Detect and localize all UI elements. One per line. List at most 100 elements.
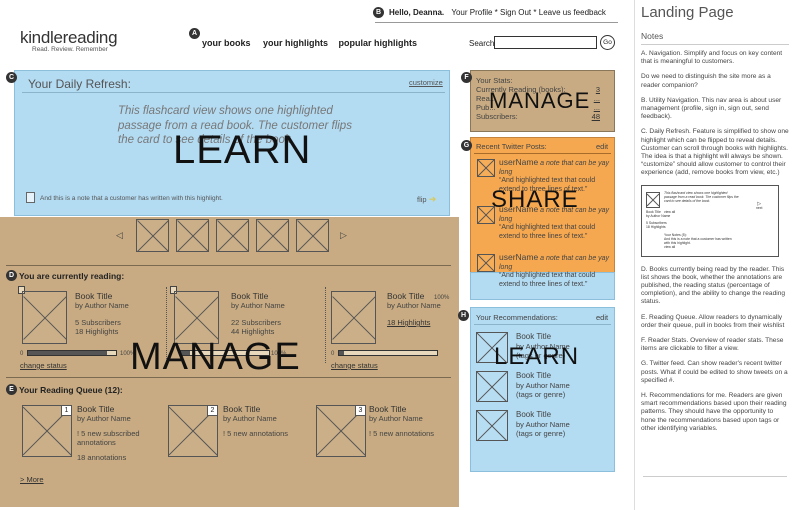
sign-out-link[interactable]: Sign Out (500, 8, 531, 17)
stat-value[interactable]: 3 (596, 85, 600, 94)
carousel-thumb[interactable] (296, 219, 329, 252)
carousel-thumb[interactable] (216, 219, 249, 252)
note-e: E. Reading Queue. Allow readers to dynam… (641, 313, 785, 329)
carousel-thumb[interactable] (136, 219, 169, 252)
thumb-quote: This flashcard view shows one highlighte… (664, 190, 739, 203)
progress-start: 0 (20, 351, 24, 357)
marker-a: A (189, 28, 200, 39)
logo[interactable]: kindlereading Read. Review. Remember (20, 28, 118, 53)
change-status-link[interactable]: change status (331, 361, 378, 370)
rec-item[interactable]: Book Title by Author Name (tags or genre… (516, 371, 570, 399)
twitter-title: Recent Twitter Posts: (476, 142, 547, 151)
twitter-edit-link[interactable]: edit (596, 142, 608, 151)
rec-title[interactable]: Book Title (516, 410, 570, 420)
carousel-thumb[interactable] (176, 219, 209, 252)
book-title[interactable]: Book Title (77, 404, 167, 414)
more-link[interactable]: > More (20, 475, 44, 484)
highlights-link[interactable]: 44 Highlights (231, 327, 285, 336)
marker-d: D (6, 270, 17, 281)
rec-author: by Author Name (516, 380, 570, 390)
progress-bar (338, 350, 438, 356)
book-author: by Author Name (231, 301, 285, 310)
rec-title[interactable]: Book Title (516, 332, 570, 342)
carousel-prev-icon[interactable]: ◁ (116, 230, 123, 241)
book-title[interactable]: Book Title (231, 291, 285, 301)
tweet-user[interactable]: userName (499, 252, 538, 262)
progress-start: 0 (331, 351, 335, 357)
flip-button[interactable]: flip ➜ (417, 194, 436, 205)
book-title[interactable]: Book Title (387, 291, 441, 301)
book-author: by Author Name (77, 414, 131, 423)
carousel-next-icon[interactable]: ▷ (340, 230, 347, 241)
tweet-thumb (477, 159, 495, 177)
note-b: B. Utility Navigation. This nav area is … (641, 96, 782, 121)
book-author: by Author Name (387, 301, 441, 310)
carousel-thumb[interactable] (256, 219, 289, 252)
book-cover[interactable] (331, 291, 376, 344)
daily-refresh-rule (22, 92, 445, 93)
queue-item-3: Book Title by Author Name ! 5 new annota… (369, 404, 459, 438)
tagline: Read. Review. Remember (32, 46, 108, 53)
tweet-text: “And highlighted text that could extend … (499, 272, 596, 288)
book-author: by Author Name (369, 414, 423, 423)
stat-value[interactable]: ... (594, 103, 600, 112)
book-title[interactable]: Book Title (75, 291, 129, 301)
note-c: C. Daily Refresh. Feature is simplified … (641, 128, 789, 177)
annotation-alert[interactable]: ! 5 new annotations (223, 429, 313, 438)
separator: * (533, 8, 537, 17)
profile-link[interactable]: Your Profile (451, 8, 492, 17)
stat-value[interactable]: 48 (592, 112, 600, 121)
recommendations-rule (474, 324, 611, 325)
thumb-note: And this is a note that a customer has w… (664, 236, 732, 245)
flip-label: flip (417, 195, 427, 204)
annotation-alert[interactable]: ! 5 new annotations (369, 429, 459, 438)
divider (6, 265, 451, 266)
thumb-view-all: view all (664, 209, 676, 214)
reading-book-3: Book Title by Author Name 18 Highlights (387, 291, 441, 327)
change-status-link[interactable]: change status (20, 361, 67, 370)
book-cover[interactable] (22, 291, 67, 344)
rec-item[interactable]: Book Title by Author Name (tags or genre… (516, 410, 570, 438)
rec-cover[interactable] (476, 371, 508, 402)
tweet-text: “And highlighted text that could extend … (499, 224, 596, 240)
logo-text: kindlereading (20, 28, 118, 47)
note-d: D. Books currently being read by the rea… (641, 265, 786, 306)
book-title[interactable]: Book Title (369, 404, 459, 414)
rec-title[interactable]: Book Title (516, 371, 570, 381)
rec-tags: (tags or genre) (516, 428, 566, 438)
flashcard-thumbnail: This flashcard view shows one highlighte… (641, 184, 779, 257)
queue-position[interactable]: 3 (355, 405, 366, 416)
highlights-link[interactable]: 18 Highlights (75, 327, 129, 336)
rec-cover[interactable] (476, 410, 508, 441)
tweet-user[interactable]: userName (499, 157, 538, 167)
customize-link[interactable]: customize (409, 78, 443, 87)
marker-h: H (458, 310, 469, 321)
stat-value[interactable]: ... (594, 94, 600, 103)
reading-book-1: Book Title by Author Name 5 Subscribers … (75, 291, 129, 336)
nav-popular-highlights[interactable]: popular highlights (339, 38, 418, 48)
overlay-learn-label: LEARN (173, 128, 312, 172)
search-go-button[interactable]: Go (600, 35, 615, 50)
separator: * (494, 8, 498, 17)
recommendations-edit-link[interactable]: edit (596, 313, 608, 322)
search-input[interactable] (494, 36, 597, 49)
rec-author: by Author Name (516, 419, 570, 429)
footer-rule (643, 476, 787, 477)
nav-your-books[interactable]: your books (202, 38, 251, 48)
search-label: Search (469, 39, 495, 48)
overlay-manage-label: MANAGE (130, 336, 301, 378)
marker-c: C (6, 72, 17, 83)
nav-your-highlights[interactable]: your highlights (263, 38, 328, 48)
tweet[interactable]: userName a note that can be yay long “An… (499, 253, 611, 289)
book-author: by Author Name (223, 414, 277, 423)
book-title[interactable]: Book Title (223, 404, 313, 414)
subscribers-count[interactable]: 5 Subscribers (75, 318, 129, 327)
highlights-link[interactable]: 18 Highlights (387, 318, 441, 327)
arrow-right-icon: ➜ (428, 194, 437, 204)
queue-position[interactable]: 2 (207, 405, 218, 416)
notes-subtitle: Notes (641, 31, 789, 45)
subscribers-count[interactable]: 22 Subscribers (231, 318, 285, 327)
feedback-link[interactable]: Leave us feedback (539, 8, 606, 17)
queue-position[interactable]: 1 (61, 405, 72, 416)
annotation-alert[interactable]: ! 5 new subscribed annotations (77, 429, 167, 447)
